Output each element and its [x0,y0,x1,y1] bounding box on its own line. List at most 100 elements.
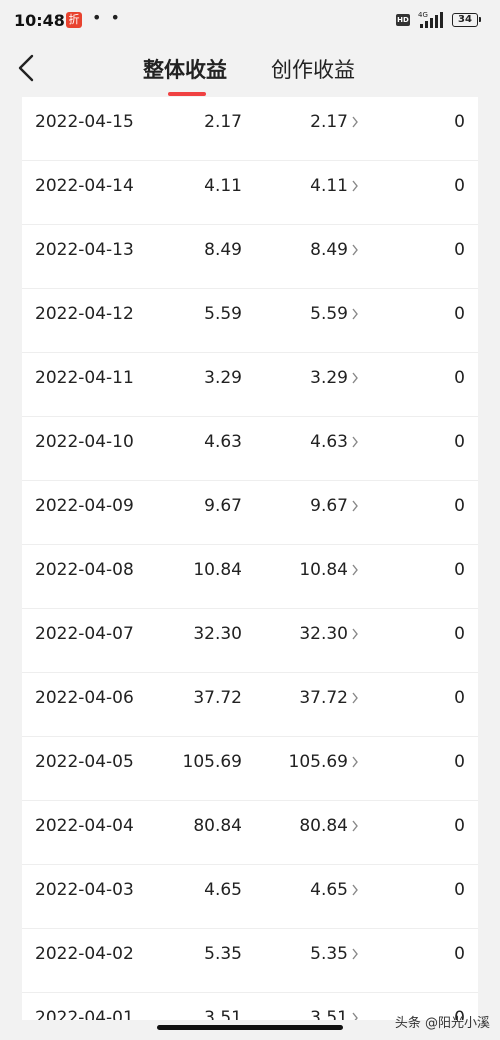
table-row[interactable]: 2022-04-02 5.35 5.35 0 [22,929,478,993]
row-date: 2022-04-08 [35,560,134,580]
table-row[interactable]: 2022-04-09 9.67 9.67 0 [22,481,478,545]
row-other-earnings: 0 [454,496,465,516]
chevron-right-icon [352,308,358,320]
row-total-earnings: 3.29 [204,368,242,388]
header: 整体收益 创作收益 [0,40,500,96]
row-creation-earnings: 32.30 [299,624,348,644]
row-date: 2022-04-04 [35,816,134,836]
chevron-right-icon [352,244,358,256]
network-type-label: 4G [418,11,428,19]
back-arrow-icon[interactable] [10,50,46,86]
row-other-earnings: 0 [454,112,465,132]
battery-icon: 34 [452,13,481,27]
tab-creation-earnings[interactable]: 创作收益 [271,54,355,84]
earnings-list: 2022-04-15 2.17 2.17 0 2022-04-14 4.11 4.11 0 20… [22,97,478,1020]
chevron-right-icon [352,1012,358,1020]
chevron-right-icon [352,500,358,512]
row-creation-earnings: 3.29 [310,368,348,388]
row-total-earnings: 32.30 [193,624,242,644]
row-date: 2022-04-13 [35,240,134,260]
row-creation-earnings: 80.84 [299,816,348,836]
hd-icon: HD [396,14,410,26]
row-other-earnings: 0 [454,176,465,196]
row-creation-earnings: 4.65 [310,880,348,900]
row-total-earnings: 5.59 [204,304,242,324]
row-other-earnings: 0 [454,944,465,964]
row-date: 2022-04-07 [35,624,134,644]
row-other-earnings: 0 [454,432,465,452]
chevron-right-icon [352,756,358,768]
table-row[interactable]: 2022-04-08 10.84 10.84 0 [22,545,478,609]
row-creation-earnings: 105.69 [288,752,348,772]
chevron-right-icon [352,628,358,640]
chevron-right-icon [352,884,358,896]
row-date: 2022-04-12 [35,304,134,324]
row-total-earnings: 80.84 [193,816,242,836]
status-bar: 10:48 折 • • HD 4G 34 [0,0,500,40]
table-row[interactable]: 2022-04-15 2.17 2.17 0 [22,97,478,161]
chevron-right-icon [352,180,358,192]
table-row[interactable]: 2022-04-07 32.30 32.30 0 [22,609,478,673]
row-total-earnings: 8.49 [204,240,242,260]
notification-app-icon: 折 [66,12,82,28]
watermark: 头条 @阳光小溪 [394,1016,490,1031]
row-total-earnings: 37.72 [193,688,242,708]
row-date: 2022-04-05 [35,752,134,772]
tab-overall-earnings[interactable]: 整体收益 [143,54,227,84]
row-date: 2022-04-01 [35,1008,134,1020]
row-date: 2022-04-03 [35,880,134,900]
row-total-earnings: 9.67 [204,496,242,516]
signal-icon: 4G [418,11,443,28]
row-creation-earnings: 5.59 [310,304,348,324]
row-total-earnings: 3.51 [204,1008,242,1020]
row-total-earnings: 105.69 [182,752,242,772]
table-row[interactable]: 2022-04-13 8.49 8.49 0 [22,225,478,289]
chevron-right-icon [352,372,358,384]
row-total-earnings: 10.84 [193,560,242,580]
row-other-earnings: 0 [454,752,465,772]
row-other-earnings: 0 [454,880,465,900]
row-creation-earnings: 3.51 [310,1008,348,1020]
row-creation-earnings: 8.49 [310,240,348,260]
row-creation-earnings: 5.35 [310,944,348,964]
row-date: 2022-04-11 [35,368,134,388]
table-row[interactable]: 2022-04-14 4.11 4.11 0 [22,161,478,225]
chevron-right-icon [352,564,358,576]
more-notifications-icon: • • [92,8,122,27]
row-other-earnings: 0 [454,816,465,836]
row-total-earnings: 2.17 [204,112,242,132]
row-other-earnings: 0 [454,624,465,644]
row-other-earnings: 0 [454,240,465,260]
row-date: 2022-04-15 [35,112,134,132]
chevron-right-icon [352,692,358,704]
table-row[interactable]: 2022-04-04 80.84 80.84 0 [22,801,478,865]
row-other-earnings: 0 [454,368,465,388]
row-date: 2022-04-14 [35,176,134,196]
row-creation-earnings: 2.17 [310,112,348,132]
home-indicator[interactable] [157,1025,343,1030]
row-date: 2022-04-06 [35,688,134,708]
table-row[interactable]: 2022-04-03 4.65 4.65 0 [22,865,478,929]
row-creation-earnings: 10.84 [299,560,348,580]
table-row[interactable]: 2022-04-06 37.72 37.72 0 [22,673,478,737]
row-creation-earnings: 37.72 [299,688,348,708]
status-time: 10:48 [14,11,65,30]
row-date: 2022-04-02 [35,944,134,964]
row-total-earnings: 4.65 [204,880,242,900]
table-row[interactable]: 2022-04-11 3.29 3.29 0 [22,353,478,417]
row-other-earnings: 0 [454,560,465,580]
active-tab-indicator [168,92,206,96]
row-date: 2022-04-10 [35,432,134,452]
row-creation-earnings: 4.11 [310,176,348,196]
row-date: 2022-04-09 [35,496,134,516]
table-row[interactable]: 2022-04-12 5.59 5.59 0 [22,289,478,353]
row-creation-earnings: 9.67 [310,496,348,516]
table-row[interactable]: 2022-04-10 4.63 4.63 0 [22,417,478,481]
chevron-right-icon [352,116,358,128]
chevron-right-icon [352,948,358,960]
table-row[interactable]: 2022-04-05 105.69 105.69 0 [22,737,478,801]
chevron-right-icon [352,820,358,832]
chevron-right-icon [352,436,358,448]
row-total-earnings: 4.63 [204,432,242,452]
row-total-earnings: 5.35 [204,944,242,964]
